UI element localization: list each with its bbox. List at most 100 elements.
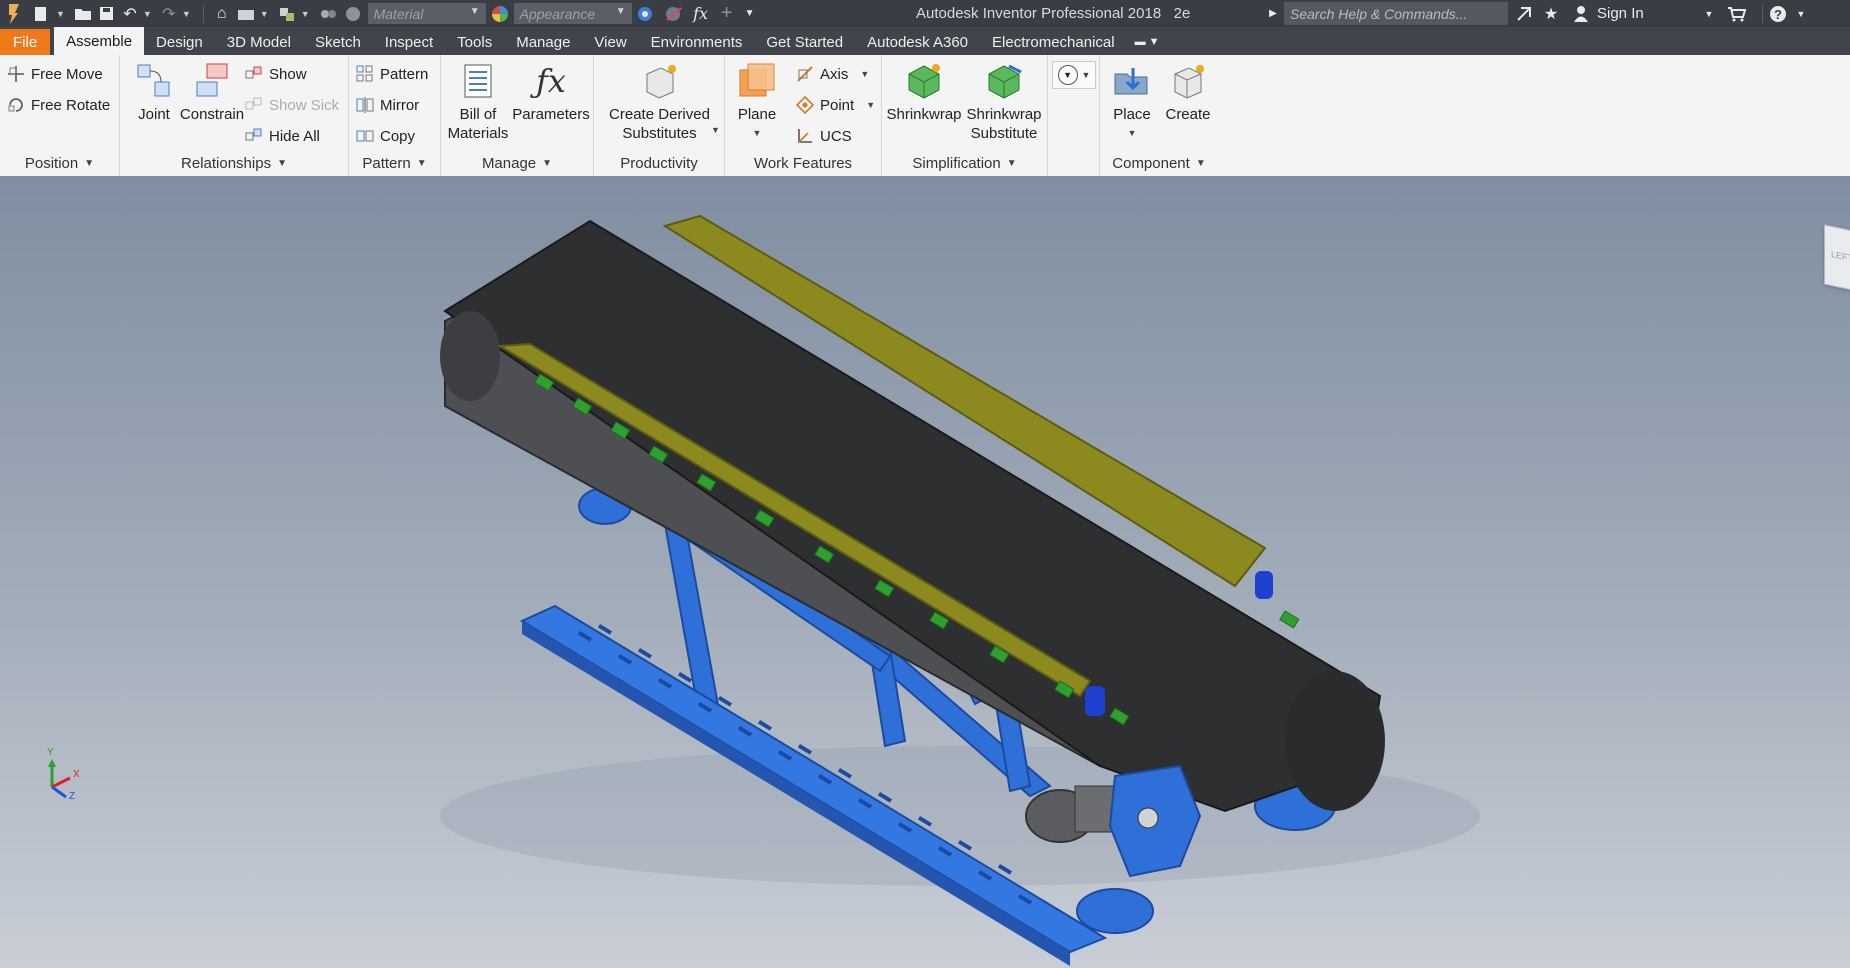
tab-inspect[interactable]: Inspect <box>373 29 445 55</box>
pattern-button[interactable]: Pattern <box>355 64 428 84</box>
material-select[interactable]: Material ▼ <box>367 3 486 24</box>
tab-view[interactable]: View <box>582 29 638 55</box>
panel-component-title[interactable]: Component ▼ <box>1100 152 1218 174</box>
constrain-button[interactable]: Constrain <box>172 61 252 124</box>
show-button[interactable]: Show <box>244 64 307 84</box>
undo-icon[interactable]: ↶ <box>119 0 141 27</box>
bill-of-materials-button[interactable]: Bill of Materials <box>441 61 515 143</box>
chevron-down-icon: ▼ <box>615 6 626 17</box>
panel-pattern-title[interactable]: Pattern ▼ <box>349 152 440 174</box>
viewcube-face-label: LEFT <box>1831 248 1850 264</box>
tab-get-started[interactable]: Get Started <box>754 29 855 55</box>
tab-file[interactable]: File <box>0 29 51 55</box>
shrinkwrap-substitute-icon <box>984 61 1024 101</box>
sign-in-dropdown-icon[interactable]: ▼ <box>1702 0 1716 27</box>
redo-dropdown-icon[interactable]: ▼ <box>182 9 191 19</box>
ribbon-tab-bar: File Assemble Design 3D Model Sketch Ins… <box>0 27 1850 55</box>
globe-icon[interactable] <box>340 0 366 27</box>
conveyor-assembly-model[interactable] <box>0 176 1850 968</box>
panel-title-text: Pattern <box>362 154 411 172</box>
ribbon-display-toggle-icon[interactable]: ▬ ▼ <box>1127 29 1168 55</box>
help-dropdown-icon[interactable]: ▼ <box>1794 0 1808 27</box>
communication-center-icon[interactable] <box>1512 0 1536 27</box>
chevron-down-icon: ▼ <box>866 100 876 110</box>
graphics-viewport[interactable]: LEFT Y X Z <box>0 176 1850 968</box>
chevron-down-icon: ▼ <box>752 128 762 138</box>
clear-appearance-icon[interactable] <box>660 0 688 27</box>
undo-dropdown-icon[interactable]: ▼ <box>143 9 152 19</box>
parameters-fx-icon[interactable]: fx <box>688 0 714 27</box>
select-priority-icon[interactable] <box>275 0 299 27</box>
user-icon[interactable] <box>1570 0 1592 27</box>
derived-substitute-icon <box>640 61 680 101</box>
parameters-button[interactable]: ƒx Parameters <box>511 61 591 124</box>
open-folder-icon[interactable] <box>71 0 95 27</box>
panel-simplification-title[interactable]: Simplification ▼ <box>882 152 1047 174</box>
chevron-down-icon: ▼ <box>469 6 480 17</box>
appearance-swatch-icon[interactable] <box>486 0 514 27</box>
bill-of-materials-icon <box>458 61 498 101</box>
create-component-button[interactable]: Create <box>1162 61 1214 124</box>
tab-assemble[interactable]: Assemble <box>54 27 145 55</box>
appearance-select[interactable]: Appearance ▼ <box>513 3 632 24</box>
favorites-star-icon[interactable]: ★ <box>1539 0 1563 27</box>
home-view-icon[interactable]: ⌂ <box>210 0 234 27</box>
tab-autodesk-a360[interactable]: Autodesk A360 <box>855 29 980 55</box>
panel-productivity-title: Productivity <box>594 152 724 174</box>
new-dropdown-icon[interactable]: ▼ <box>56 9 65 19</box>
design-doctor-icon[interactable] <box>316 0 340 27</box>
free-move-button[interactable]: Free Move <box>6 64 103 84</box>
redo-icon[interactable]: ↷ <box>158 0 180 27</box>
adjust-appearance-icon[interactable] <box>632 0 660 27</box>
ucs-button[interactable]: UCS <box>795 126 852 146</box>
search-input[interactable]: Search Help & Commands... <box>1284 2 1508 25</box>
point-label: Point <box>820 96 855 114</box>
panel-title-text: Productivity <box>620 154 698 172</box>
copy-button[interactable]: Copy <box>355 126 415 146</box>
customize-qat-icon[interactable]: ▼ <box>740 0 760 27</box>
constrain-icon <box>192 61 232 101</box>
mirror-label: Mirror <box>380 96 420 114</box>
hide-all-button[interactable]: Hide All <box>244 126 320 146</box>
plane-button[interactable]: Plane ▼ <box>729 61 785 143</box>
shrinkwrap-substitute-button[interactable]: Shrinkwrap Substitute <box>962 61 1046 143</box>
tab-manage[interactable]: Manage <box>504 29 582 55</box>
create-label: Create <box>1165 106 1211 123</box>
panel-gallery-dropdown[interactable]: ▼ ▼ <box>1052 61 1096 89</box>
panel-position-title[interactable]: Position ▼ <box>0 152 119 174</box>
create-derived-substitutes-button[interactable]: Create Derived Substitutes <box>596 61 723 143</box>
mirror-button[interactable]: Mirror <box>355 95 419 115</box>
tab-sketch[interactable]: Sketch <box>303 29 373 55</box>
sign-in-button[interactable]: Sign In <box>1597 0 1644 27</box>
add-icon[interactable]: + <box>714 0 740 27</box>
tab-environments[interactable]: Environments <box>639 29 755 55</box>
tab-electromechanical[interactable]: Electromechanical <box>980 29 1127 55</box>
chevron-down-icon: ▼ <box>542 157 553 169</box>
axis-button[interactable]: Axis ▼ <box>795 64 869 84</box>
tab-design[interactable]: Design <box>144 29 215 55</box>
app-menu-logo-icon[interactable] <box>0 0 28 27</box>
tab-tools[interactable]: Tools <box>445 29 504 55</box>
return-icon[interactable] <box>234 0 258 27</box>
shrinkwrap-button[interactable]: Shrinkwrap <box>884 61 964 124</box>
expand-search-icon[interactable]: ▶ <box>1266 0 1280 27</box>
panel-work-features: Plane ▼ Axis ▼ Point ▼ UCS Work Features <box>725 55 882 176</box>
point-button[interactable]: Point ▼ <box>795 95 875 115</box>
show-sick-button[interactable]: Show Sick <box>244 95 339 115</box>
store-cart-icon[interactable] <box>1724 0 1750 27</box>
place-button[interactable]: Place ▼ <box>1106 61 1158 143</box>
shrinkwrap-label: Shrinkwrap <box>886 106 962 123</box>
free-rotate-button[interactable]: Free Rotate <box>6 95 110 115</box>
panel-manage-title[interactable]: Manage ▼ <box>441 152 593 174</box>
return-dropdown-icon[interactable]: ▼ <box>260 9 269 19</box>
help-icon[interactable]: ? <box>1766 0 1790 27</box>
panel-relationships-title[interactable]: Relationships ▼ <box>120 152 348 174</box>
new-file-icon[interactable] <box>28 0 54 27</box>
save-icon[interactable] <box>95 0 119 27</box>
dropdown-circle-icon: ▼ <box>1057 65 1078 85</box>
ucs-label: UCS <box>820 127 852 145</box>
chevron-down-icon[interactable]: ▼ <box>711 125 720 135</box>
tab-3d-model[interactable]: 3D Model <box>215 29 303 55</box>
motor-body <box>1074 785 1116 833</box>
select-dropdown-icon[interactable]: ▼ <box>301 9 310 19</box>
